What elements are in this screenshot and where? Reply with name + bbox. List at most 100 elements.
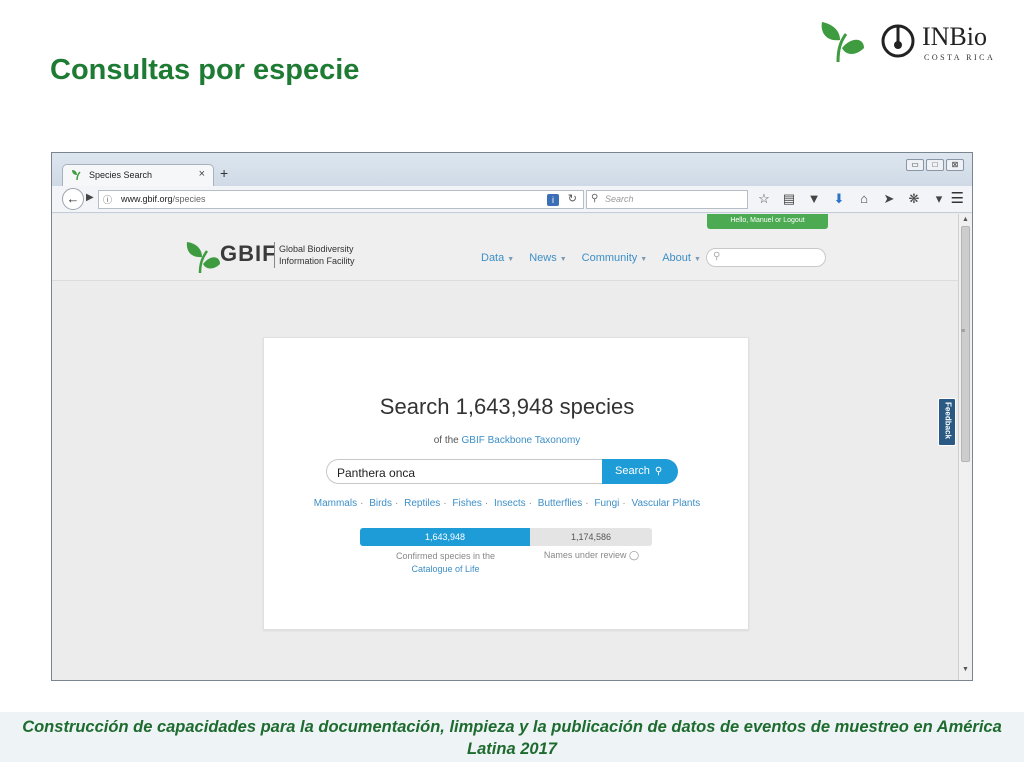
feedback-label: Feedback [943,402,953,439]
tab-label: Species Search [89,170,153,180]
card-subtitle: of the GBIF Backbone Taxonomy [264,435,750,446]
nav-news[interactable]: News ▼ [529,252,566,264]
separator: · [528,498,532,509]
reload-icon[interactable]: ↻ [568,192,577,205]
gbif-nav: Data ▼ News ▼ Community ▼ About ▼ [481,252,701,264]
gbif-logo-divider [274,242,275,268]
scroll-grip-icon: ≡ [961,328,966,335]
taxon-link-insects[interactable]: Insects [494,498,526,509]
separator: · [484,498,489,509]
chevron-down-icon: ▼ [693,256,701,263]
url-domain: www.gbif.org [121,194,173,204]
url-bar[interactable]: ⓘ www.gbif.org/species i ↻ [98,190,584,209]
review-label-text: Names under review [543,550,627,560]
send-icon[interactable]: ➤ [881,190,897,208]
site-info-icon[interactable]: ⓘ [103,193,112,206]
slide-title: Consultas por especie [50,54,360,86]
review-count: 1,174,586 [570,532,612,542]
vertical-scrollbar[interactable]: ▲ ≡ ▼ [958,214,972,680]
nav-community-label: Community [581,252,638,264]
nav-data[interactable]: Data ▼ [481,252,514,264]
overflow-chevron-icon[interactable]: ▾ [931,190,947,208]
inbio-logo-icon [881,24,915,58]
gbif-leaf-icon [186,242,220,274]
bookmark-star-icon[interactable]: ☆ [756,190,772,208]
gbif-favicon-icon [72,170,81,181]
scroll-down-icon[interactable]: ▼ [962,666,969,673]
maximize-button[interactable]: □ [926,159,944,171]
user-banner[interactable]: Hello, Manuel or Logout [707,214,828,229]
minimize-button[interactable]: ▭ [906,159,924,171]
window-controls: ▭ □ ⊠ [906,159,964,171]
browser-titlebar: Species Search × + ▭ □ ⊠ [52,153,972,186]
taxon-link-butterflies[interactable]: Butterflies [538,498,582,509]
nav-community[interactable]: Community ▼ [582,252,648,264]
chevron-down-icon: ▼ [559,256,567,263]
leaf-logo-icon [821,22,864,63]
nav-about-label: About [662,252,691,264]
reader-view-icon[interactable]: i [547,194,559,206]
taxon-link-vascular-plants[interactable]: Vascular Plants [632,498,701,509]
confirmed-label: Confirmed species in the Catalogue of Li… [360,550,531,576]
card-title: Search 1,643,948 species [379,394,635,419]
taxon-link-birds[interactable]: Birds [369,498,392,509]
search-icon: ⚲ [654,466,663,477]
scroll-thumb[interactable] [961,226,970,462]
info-icon[interactable]: ◯ [629,550,639,560]
clipboard-icon[interactable]: ▤ [781,190,797,208]
logos: INBio COSTA RICA [818,18,1008,66]
taxon-link-reptiles[interactable]: Reptiles [404,498,440,509]
nav-news-label: News [529,252,557,264]
browser-search-bar[interactable]: ⚲ Search [586,190,748,209]
url-text: www.gbif.org/species [121,194,206,204]
inbio-logo-text: INBio [922,22,987,51]
species-search-input[interactable]: Panthera onca [326,459,604,484]
browser-window: Species Search × + ▭ □ ⊠ ← ▶ ⓘ www.gbif.… [51,152,973,681]
tab-close-icon[interactable]: × [199,168,205,180]
inbio-logo-subtitle: COSTA RICA [924,53,996,62]
separator: · [585,498,589,509]
home-icon[interactable]: ⌂ [856,190,872,208]
taxon-link-mammals[interactable]: Mammals [314,498,357,509]
new-tab-button[interactable]: + [220,165,228,181]
search-icon: ⚲ [713,251,721,262]
separator: · [622,498,626,509]
species-stats-bar: 1,643,948 1,174,586 [360,528,652,546]
nav-data-label: Data [481,252,505,264]
chevron-down-icon: ▼ [507,256,515,263]
nav-about[interactable]: About ▼ [662,252,701,264]
gbif-logo-text: GBIF [220,241,277,266]
taxon-link-fungi[interactable]: Fungi [594,498,619,509]
slide: Consultas por especie INBio COSTA RICA S… [0,0,1024,768]
card-subtitle-prefix: of the [433,435,459,446]
search-placeholder: Search [605,194,634,204]
feedback-button[interactable]: Feedback [938,398,956,446]
taxon-link-fishes[interactable]: Fishes [452,498,481,509]
taxa-links: Mammals · Birds · Reptiles · Fishes · Insect… [264,498,750,509]
hamburger-menu-icon[interactable]: ☰ [951,189,964,207]
page-viewport: Hello, Manuel or Logout GBIF Global Biod… [52,214,958,680]
scroll-up-icon[interactable]: ▲ [962,216,969,223]
back-button[interactable]: ← [62,188,84,210]
gbif-logo-subtitle: Global Biodiversity Information Facility [279,244,355,266]
gbif-header-search[interactable]: ⚲ [706,248,826,267]
pocket-icon[interactable]: ▼ [806,190,822,208]
browser-toolbar: ☆ ▤ ▼ ⬇ ⌂ ➤ ❋ ▾ [756,190,947,208]
browser-navbar: ← ▶ ⓘ www.gbif.org/species i ↻ ⚲ Search … [52,186,972,213]
separator: · [443,498,447,509]
separator: · [395,498,399,509]
search-icon: ⚲ [591,193,599,204]
gbif-header: Hello, Manuel or Logout GBIF Global Biod… [52,214,958,281]
close-window-button[interactable]: ⊠ [946,159,964,171]
extension-icon[interactable]: ❋ [906,190,922,208]
chevron-down-icon: ▼ [640,256,648,263]
forward-button[interactable]: ▶ [86,192,94,203]
search-button[interactable]: Search ⚲ [602,459,678,484]
catalogue-of-life-link[interactable]: Catalogue of Life [411,564,479,574]
review-label: Names under review ◯ [531,550,652,561]
tab-species-search[interactable]: Species Search × [62,164,214,186]
search-button-label: Search [615,465,650,477]
backbone-taxonomy-link[interactable]: GBIF Backbone Taxonomy [462,435,581,446]
download-icon[interactable]: ⬇ [831,190,847,208]
confirmed-label-text: Confirmed species in the [395,551,496,561]
